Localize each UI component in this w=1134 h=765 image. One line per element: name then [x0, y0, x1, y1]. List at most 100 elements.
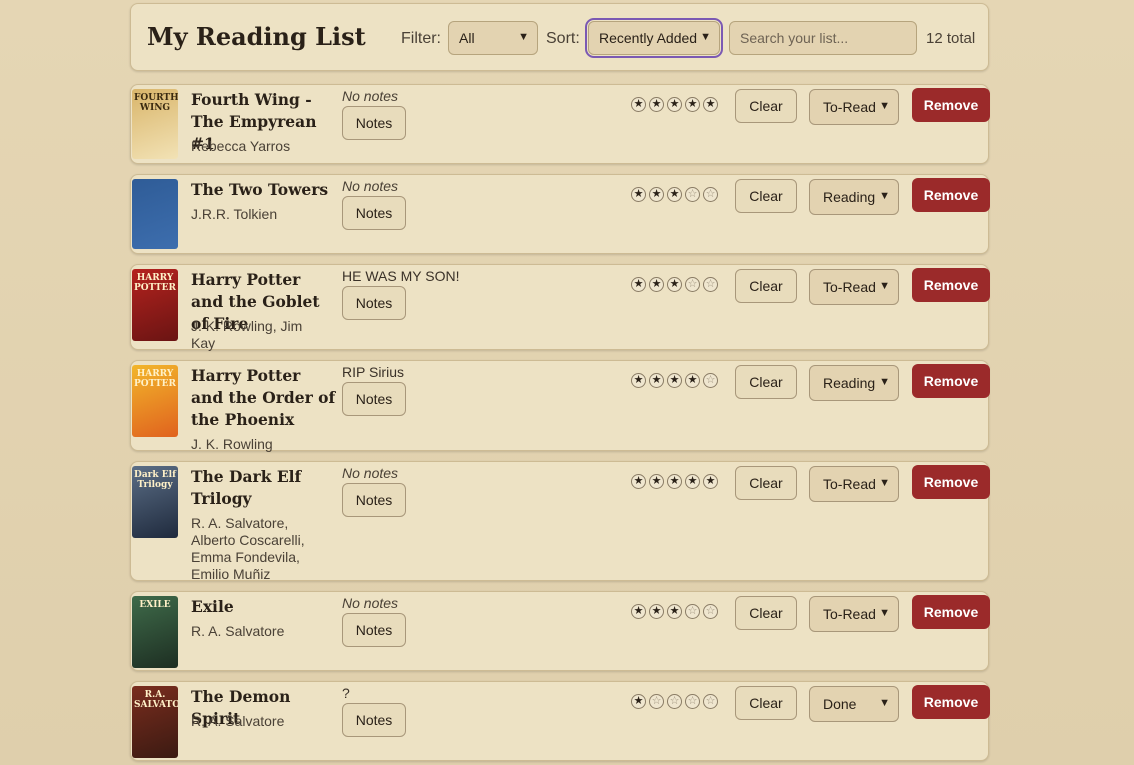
- book-note: ?: [342, 685, 350, 701]
- star-icon[interactable]: ☆: [703, 694, 718, 709]
- book-cover: HARRY POTTER: [132, 269, 178, 341]
- book-note: No notes: [342, 178, 399, 194]
- remove-button[interactable]: Remove: [912, 88, 990, 122]
- book-card: R.A. SALVATORE The Demon Spirit R. A. Sa…: [130, 681, 990, 761]
- remove-button[interactable]: Remove: [912, 178, 990, 212]
- star-icon[interactable]: ★: [649, 474, 664, 489]
- book-author: R. A. Salvatore: [191, 713, 285, 729]
- remove-button[interactable]: Remove: [912, 465, 990, 499]
- star-icon[interactable]: ★: [703, 474, 718, 489]
- star-icon[interactable]: ★: [649, 277, 664, 292]
- chevron-down-icon: ▼: [879, 697, 890, 709]
- star-icon[interactable]: ★: [667, 604, 682, 619]
- notes-button[interactable]: Notes: [342, 483, 406, 517]
- star-icon[interactable]: ★: [631, 694, 646, 709]
- notes-button[interactable]: Notes: [342, 613, 406, 647]
- sort-select[interactable]: Recently Added ▼: [585, 18, 723, 58]
- notes-button[interactable]: Notes: [342, 382, 406, 416]
- book-cover: EXILE: [132, 596, 178, 668]
- star-icon[interactable]: ★: [703, 97, 718, 112]
- star-icon[interactable]: ★: [667, 97, 682, 112]
- status-select[interactable]: To-Read ▼: [809, 466, 899, 502]
- notes-button[interactable]: Notes: [342, 703, 406, 737]
- book-title: Harry Potter and the Order of the Phoeni…: [191, 366, 336, 429]
- star-icon[interactable]: ★: [631, 97, 646, 112]
- cover-text: HARRY POTTER: [134, 369, 177, 389]
- search-input[interactable]: Search your list...: [729, 21, 917, 55]
- star-icon[interactable]: ☆: [703, 373, 718, 388]
- book-cover: Dark Elf Trilogy: [132, 466, 178, 538]
- search-placeholder: Search your list...: [740, 30, 849, 46]
- star-icon[interactable]: ☆: [685, 277, 700, 292]
- notes-button[interactable]: Notes: [342, 286, 406, 320]
- star-icon[interactable]: ☆: [667, 694, 682, 709]
- status-select-value: To-Read: [823, 279, 876, 295]
- clear-rating-button[interactable]: Clear: [735, 179, 797, 213]
- star-icon[interactable]: ★: [649, 373, 664, 388]
- list-header: My Reading List Filter: All ▼ Sort: Rece…: [130, 3, 989, 71]
- star-icon[interactable]: ★: [667, 277, 682, 292]
- status-select[interactable]: Reading ▼: [809, 365, 899, 401]
- rating-stars: ★ ☆ ☆ ☆ ☆: [631, 694, 718, 709]
- status-select[interactable]: To-Read ▼: [809, 596, 899, 632]
- book-note: No notes: [342, 465, 399, 481]
- status-select-value: To-Read: [823, 476, 876, 492]
- status-select-value: To-Read: [823, 606, 876, 622]
- notes-button[interactable]: Notes: [342, 106, 406, 140]
- chevron-down-icon: ▼: [879, 607, 890, 619]
- star-icon[interactable]: ☆: [685, 694, 700, 709]
- chevron-down-icon: ▼: [700, 31, 711, 43]
- star-icon[interactable]: ☆: [649, 694, 664, 709]
- clear-rating-button[interactable]: Clear: [735, 365, 797, 399]
- star-icon[interactable]: ☆: [703, 604, 718, 619]
- remove-button[interactable]: Remove: [912, 685, 990, 719]
- star-icon[interactable]: ★: [667, 187, 682, 202]
- book-note: HE WAS MY SON!: [342, 268, 460, 284]
- star-icon[interactable]: ☆: [703, 187, 718, 202]
- clear-rating-button[interactable]: Clear: [735, 466, 797, 500]
- clear-rating-button[interactable]: Clear: [735, 89, 797, 123]
- status-select[interactable]: Reading ▼: [809, 179, 899, 215]
- status-select[interactable]: Done ▼: [809, 686, 899, 722]
- star-icon[interactable]: ★: [667, 474, 682, 489]
- book-cover: [132, 179, 178, 249]
- chevron-down-icon: ▼: [879, 280, 890, 292]
- book-note: RIP Sirius: [342, 364, 404, 380]
- status-select[interactable]: To-Read ▼: [809, 269, 899, 305]
- remove-button[interactable]: Remove: [912, 364, 990, 398]
- rating-stars: ★ ★ ★ ★ ☆: [631, 373, 718, 388]
- total-count: 12 total: [926, 30, 976, 47]
- star-icon[interactable]: ★: [685, 373, 700, 388]
- star-icon[interactable]: ★: [631, 187, 646, 202]
- book-author: R. A. Salvatore: [191, 623, 285, 639]
- rating-stars: ★ ★ ★ ★ ★: [631, 474, 718, 489]
- star-icon[interactable]: ★: [631, 604, 646, 619]
- star-icon[interactable]: ★: [649, 187, 664, 202]
- book-note: No notes: [342, 595, 399, 611]
- star-icon[interactable]: ☆: [703, 277, 718, 292]
- remove-button[interactable]: Remove: [912, 595, 990, 629]
- book-card: The Two Towers J.R.R. Tolkien No notes N…: [130, 174, 990, 254]
- remove-button[interactable]: Remove: [912, 268, 990, 302]
- book-author: Rebecca Yarros: [191, 138, 291, 154]
- star-icon[interactable]: ☆: [685, 187, 700, 202]
- clear-rating-button[interactable]: Clear: [735, 596, 797, 630]
- star-icon[interactable]: ★: [631, 373, 646, 388]
- star-icon[interactable]: ★: [631, 474, 646, 489]
- notes-button[interactable]: Notes: [342, 196, 406, 230]
- star-icon[interactable]: ★: [667, 373, 682, 388]
- star-icon[interactable]: ★: [649, 97, 664, 112]
- clear-rating-button[interactable]: Clear: [735, 686, 797, 720]
- star-icon[interactable]: ★: [685, 474, 700, 489]
- filter-select[interactable]: All ▼: [448, 21, 538, 55]
- book-note: No notes: [342, 88, 399, 104]
- status-select[interactable]: To-Read ▼: [809, 89, 899, 125]
- cover-text: [132, 179, 178, 187]
- star-icon[interactable]: ★: [631, 277, 646, 292]
- star-icon[interactable]: ☆: [685, 604, 700, 619]
- cover-text: HARRY POTTER: [134, 273, 177, 293]
- chevron-down-icon: ▼: [518, 31, 529, 43]
- star-icon[interactable]: ★: [649, 604, 664, 619]
- star-icon[interactable]: ★: [685, 97, 700, 112]
- clear-rating-button[interactable]: Clear: [735, 269, 797, 303]
